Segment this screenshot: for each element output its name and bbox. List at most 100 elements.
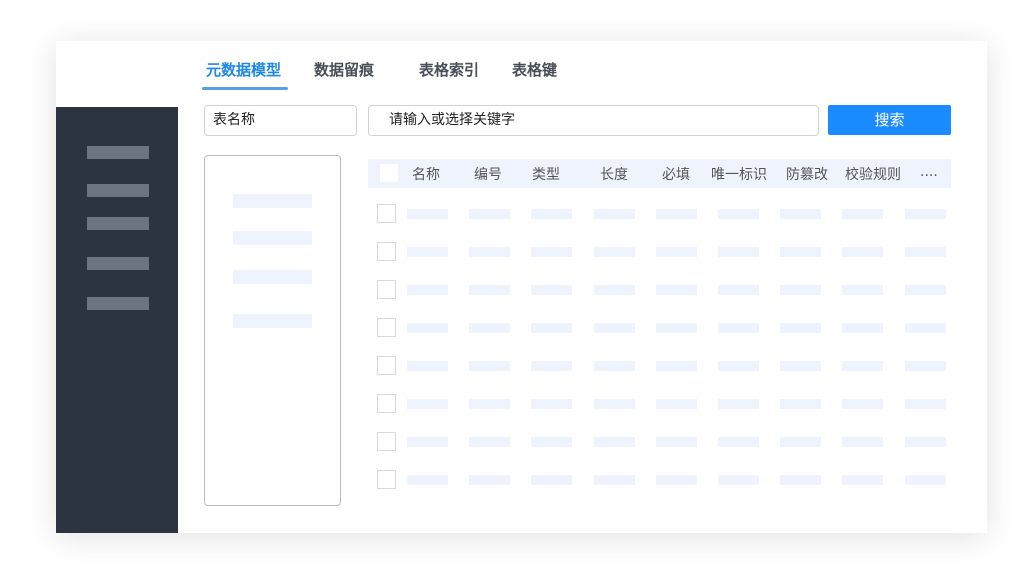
table-cell-placeholder — [531, 323, 573, 333]
tab-metadata-model[interactable]: 元数据模型 — [206, 59, 281, 80]
table-cell-placeholder — [407, 475, 448, 485]
table-cell-placeholder — [780, 361, 822, 371]
table-cell-placeholder — [718, 475, 759, 485]
table-cell-placeholder — [469, 399, 511, 409]
table-cell-placeholder — [655, 323, 697, 333]
table-cell-placeholder — [655, 209, 697, 219]
table-name-select[interactable]: 表名称 — [204, 105, 357, 136]
list-item[interactable] — [233, 314, 312, 328]
table-cell-placeholder — [904, 209, 946, 219]
table-cell-placeholder — [718, 323, 759, 333]
column-header: 校验规则 — [845, 167, 901, 183]
table-cell-placeholder — [593, 285, 635, 295]
row-checkbox[interactable] — [377, 394, 396, 413]
table-cell-placeholder — [469, 209, 511, 219]
row-checkbox[interactable] — [377, 432, 396, 451]
table-cell-placeholder — [407, 361, 448, 371]
row-checkbox[interactable] — [377, 204, 396, 223]
table-cell-placeholder — [842, 285, 884, 295]
table-cell-placeholder — [842, 361, 884, 371]
list-item[interactable] — [233, 194, 312, 208]
column-header: 类型 — [532, 167, 560, 183]
row-checkbox[interactable] — [377, 280, 396, 299]
table-cell-placeholder — [531, 247, 573, 257]
table-cell-placeholder — [655, 399, 697, 409]
table-cell-placeholder — [718, 285, 759, 295]
table-cell-placeholder — [904, 285, 946, 295]
table-cell-placeholder — [531, 475, 573, 485]
table-cell-placeholder — [655, 437, 697, 447]
active-tab-indicator — [202, 87, 288, 90]
table-cell-placeholder — [407, 399, 448, 409]
list-item[interactable] — [233, 270, 312, 284]
table-cell-placeholder — [780, 437, 822, 447]
table-cell-placeholder — [842, 323, 884, 333]
tab-table-keys[interactable]: 表格键 — [512, 59, 557, 80]
table-cell-placeholder — [780, 323, 822, 333]
row-checkbox[interactable] — [377, 318, 396, 337]
table-cell-placeholder — [780, 475, 822, 485]
table-cell-placeholder — [718, 437, 759, 447]
table-cell-placeholder — [904, 323, 946, 333]
table-cell-placeholder — [842, 437, 884, 447]
table-cell-placeholder — [469, 285, 511, 295]
row-checkbox[interactable] — [377, 242, 396, 261]
list-item[interactable] — [233, 231, 312, 245]
sidebar-item[interactable] — [87, 146, 149, 159]
sidebar-item[interactable] — [87, 257, 149, 270]
table-cell-placeholder — [904, 475, 946, 485]
table-cell-placeholder — [531, 209, 573, 219]
table-cell-placeholder — [718, 399, 759, 409]
table-cell-placeholder — [718, 247, 759, 257]
table-cell-placeholder — [655, 361, 697, 371]
sidebar-item[interactable] — [87, 297, 149, 310]
table-cell-placeholder — [842, 247, 884, 257]
table-cell-placeholder — [780, 285, 822, 295]
table-cell-placeholder — [655, 475, 697, 485]
select-all-checkbox[interactable] — [380, 164, 398, 182]
table-cell-placeholder — [407, 437, 448, 447]
tab-data-trace[interactable]: 数据留痕 — [314, 59, 374, 80]
table-header: 名称 编号 类型 长度 必填 唯一标识 防篡改 校验规则 .... — [368, 159, 951, 188]
row-checkbox[interactable] — [377, 470, 396, 489]
column-header: 长度 — [600, 167, 628, 183]
search-button[interactable]: 搜索 — [828, 105, 951, 135]
table-cell-placeholder — [842, 399, 884, 409]
sidebar-item[interactable] — [87, 217, 149, 230]
column-header: 防篡改 — [786, 167, 828, 183]
table-cell-placeholder — [593, 209, 635, 219]
table-cell-placeholder — [593, 437, 635, 447]
column-header: .... — [920, 164, 938, 180]
sidebar — [56, 107, 178, 533]
table-cell-placeholder — [780, 399, 822, 409]
table-cell-placeholder — [531, 437, 573, 447]
table-cell-placeholder — [469, 437, 511, 447]
table-cell-placeholder — [531, 399, 573, 409]
tab-table-index[interactable]: 表格索引 — [419, 59, 479, 80]
table-cell-placeholder — [780, 209, 822, 219]
column-header: 名称 — [412, 167, 440, 183]
table-cell-placeholder — [904, 361, 946, 371]
table-cell-placeholder — [842, 475, 884, 485]
table-cell-placeholder — [469, 475, 511, 485]
table-cell-placeholder — [407, 285, 448, 295]
table-cell-placeholder — [469, 247, 511, 257]
table-cell-placeholder — [655, 285, 697, 295]
table-cell-placeholder — [842, 209, 884, 219]
table-cell-placeholder — [593, 399, 635, 409]
table-cell-placeholder — [593, 361, 635, 371]
table-cell-placeholder — [718, 209, 759, 219]
sidebar-item[interactable] — [87, 184, 149, 197]
app-window: 元数据模型 数据留痕 表格索引 表格键 表名称 请输入或选择关键字 搜索 名称 … — [56, 41, 987, 533]
table-cell-placeholder — [531, 361, 573, 371]
column-header: 唯一标识 — [711, 167, 767, 183]
column-header: 必填 — [662, 167, 690, 183]
table-cell-placeholder — [655, 247, 697, 257]
table-cell-placeholder — [469, 361, 511, 371]
table-list-panel — [204, 155, 341, 506]
table-cell-placeholder — [531, 285, 573, 295]
table-cell-placeholder — [904, 437, 946, 447]
row-checkbox[interactable] — [377, 356, 396, 375]
table-cell-placeholder — [593, 323, 635, 333]
keyword-input[interactable]: 请输入或选择关键字 — [368, 105, 819, 136]
